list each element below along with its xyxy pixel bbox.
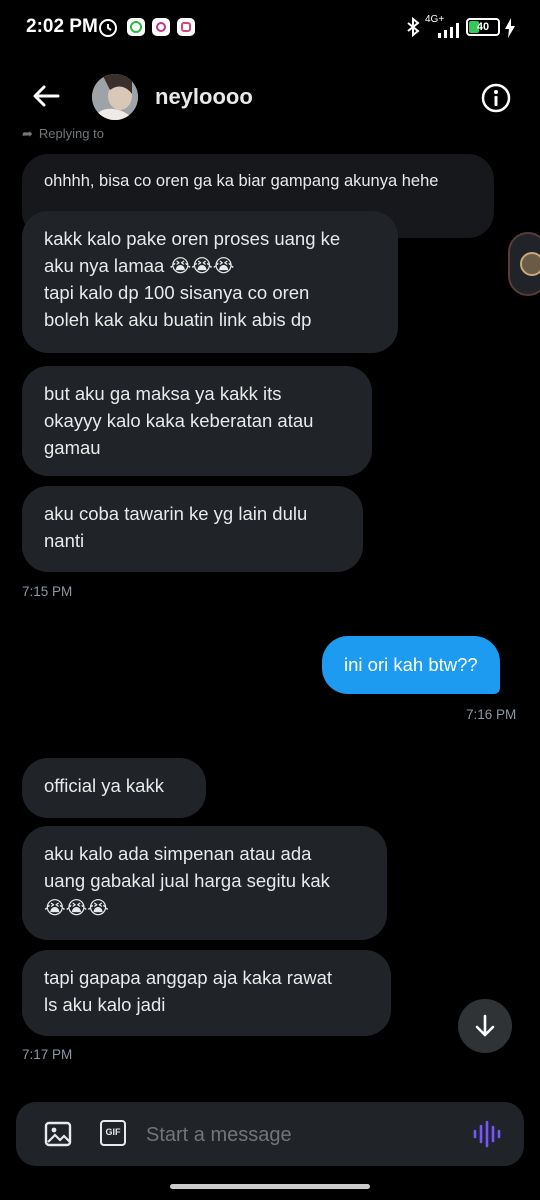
gif-button[interactable]: GIF xyxy=(100,1120,126,1146)
alarm-icon xyxy=(99,19,117,37)
app-notification-icon xyxy=(177,18,195,36)
message-bubble-outgoing[interactable]: ini ori kah btw?? xyxy=(322,636,500,694)
back-arrow-icon[interactable] xyxy=(30,80,62,112)
message-timestamp: 7:17 PM xyxy=(22,1047,73,1062)
reply-arrow-icon: ➦ xyxy=(22,126,33,141)
scroll-to-bottom-button[interactable] xyxy=(458,999,512,1053)
message-bubble-incoming[interactable]: aku coba tawarin ke yg lain dulu nanti xyxy=(22,486,363,572)
whatsapp-icon xyxy=(127,18,145,36)
home-indicator[interactable] xyxy=(170,1184,370,1189)
message-bubble-incoming[interactable]: kakk kalo pake oren proses uang ke aku n… xyxy=(22,211,398,353)
charging-icon xyxy=(505,18,515,38)
instagram-icon xyxy=(152,18,170,36)
message-timestamp: 7:16 PM xyxy=(466,707,517,722)
status-bar: 2:02 PM 4G+ 40 xyxy=(0,0,540,56)
contact-username[interactable]: neyloooo xyxy=(155,84,253,110)
avatar[interactable] xyxy=(92,74,138,120)
message-timestamp: 7:15 PM xyxy=(22,584,73,599)
image-icon[interactable] xyxy=(44,1120,72,1148)
status-time: 2:02 PM xyxy=(26,16,98,37)
battery-level: 40 xyxy=(476,21,490,33)
floating-bubble-widget[interactable] xyxy=(508,232,540,296)
arrow-down-icon xyxy=(475,1014,495,1037)
message-input[interactable]: Start a message xyxy=(146,1124,292,1147)
message-bubble-incoming[interactable]: aku kalo ada simpenan atau ada uang gaba… xyxy=(22,826,387,940)
replying-to-label: ➦ Replying to xyxy=(22,126,104,141)
voice-message-icon[interactable] xyxy=(472,1120,502,1148)
message-bubble-incoming[interactable]: official ya kakk xyxy=(22,758,206,818)
info-icon[interactable] xyxy=(480,82,512,114)
bluetooth-icon xyxy=(407,16,420,38)
message-bubble-incoming[interactable]: but aku ga maksa ya kakk its okayyy kalo… xyxy=(22,366,372,476)
signal-icon xyxy=(438,23,459,38)
message-bubble-incoming[interactable]: tapi gapapa anggap aja kaka rawat ls aku… xyxy=(22,950,391,1036)
battery-icon: 40 xyxy=(466,18,500,36)
